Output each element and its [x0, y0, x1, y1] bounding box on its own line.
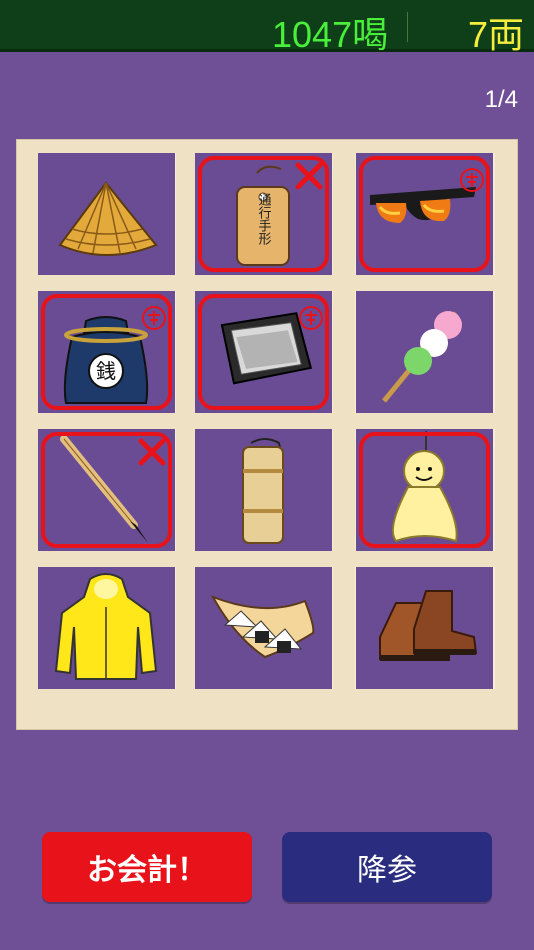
- item-slot-sunglasses[interactable]: [356, 153, 493, 275]
- shelf-beam: [17, 275, 517, 291]
- item-slot-dango[interactable]: [356, 291, 493, 413]
- score-counter: 1047喝: [272, 14, 389, 55]
- item-slot-straw-hat[interactable]: [38, 153, 175, 275]
- selection-frame: [359, 432, 490, 548]
- stamp-icon: [460, 168, 484, 192]
- raincoat-icon: [54, 573, 158, 680]
- status-bar: 1047喝 7両: [0, 0, 534, 55]
- item-slot-raincoat[interactable]: [38, 567, 175, 689]
- surrender-button[interactable]: 降参: [282, 832, 492, 902]
- shelf-beam: [17, 140, 517, 153]
- shelf-beam: [17, 689, 517, 729]
- stamp-icon: [142, 306, 166, 330]
- item-slot-coin-bag[interactable]: 銭: [38, 291, 175, 413]
- shelf-post: [495, 140, 517, 729]
- cross-mark-icon: [138, 438, 166, 466]
- page-indicator: 1/4: [484, 86, 518, 113]
- cross-mark-icon: [295, 162, 323, 190]
- item-slot-frying-pan[interactable]: [195, 291, 332, 413]
- shelf-beam: [17, 413, 517, 429]
- onigiri-icon: [210, 595, 315, 659]
- money-counter: 7両: [467, 14, 524, 55]
- item-slot-water-flask[interactable]: [195, 429, 332, 551]
- boots-icon: [379, 590, 478, 661]
- item-slot-teru-teru-bozu[interactable]: [356, 429, 493, 551]
- item-slot-brush[interactable]: [38, 429, 175, 551]
- checkout-button[interactable]: お会計！: [42, 832, 252, 902]
- shelf-post: [176, 140, 196, 729]
- dango-icon: [382, 311, 462, 403]
- stamp-icon: [299, 306, 323, 330]
- status-divider: [407, 12, 408, 42]
- item-slot-onigiri[interactable]: [195, 567, 332, 689]
- shelf-post: [17, 140, 39, 729]
- shelf-beam: [17, 551, 517, 567]
- water-flask-icon: [242, 438, 284, 544]
- item-slot-boots[interactable]: [356, 567, 493, 689]
- shelf-post: [333, 140, 355, 729]
- straw-hat-icon: [58, 181, 158, 256]
- item-slot-travel-pass[interactable]: 通行手形: [195, 153, 332, 275]
